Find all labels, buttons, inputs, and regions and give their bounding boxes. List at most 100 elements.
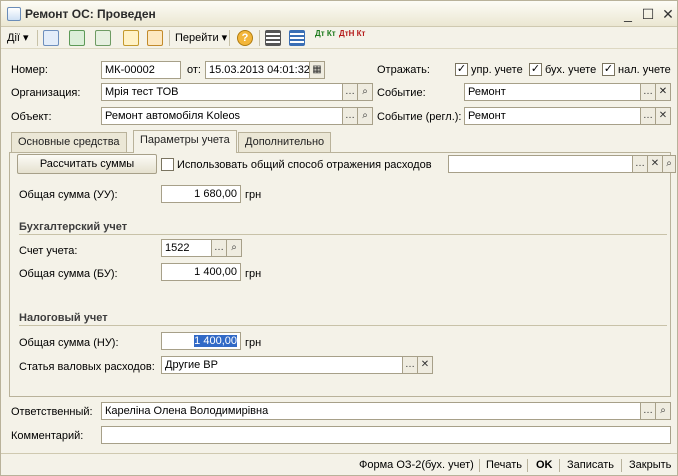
- actions-label: Дії: [7, 32, 20, 44]
- command-separator: [479, 459, 480, 472]
- responsible-select-button[interactable]: …: [640, 402, 656, 420]
- common-method-clear-icon[interactable]: ✕: [647, 155, 663, 173]
- close-button[interactable]: Закрыть: [629, 459, 671, 471]
- responsible-search-icon[interactable]: ⌕: [655, 402, 671, 420]
- event-label: Событие:: [377, 87, 426, 99]
- date-field[interactable]: 15.03.2013 04:01:32: [205, 61, 310, 79]
- common-method-label: Использовать общий способ отражения расх…: [177, 159, 432, 171]
- calendar-icon[interactable]: ▦: [309, 61, 325, 79]
- dt-kt-icon[interactable]: Дт Кт: [315, 29, 336, 47]
- tax-section-title: Налоговый учет: [19, 312, 108, 324]
- actions-menu[interactable]: Дії ▾: [7, 29, 29, 47]
- currency-bu: грн: [245, 268, 262, 280]
- total-nu-field[interactable]: 1 400,00: [161, 332, 241, 350]
- comment-field[interactable]: [101, 426, 671, 444]
- copy-icon[interactable]: [69, 30, 85, 46]
- command-separator: [559, 459, 560, 472]
- event-reg-select-button[interactable]: …: [640, 107, 656, 125]
- event-reg-field[interactable]: Ремонт: [464, 107, 641, 125]
- event-clear-icon[interactable]: ✕: [655, 83, 671, 101]
- tax-divider: [19, 325, 667, 326]
- comment-label: Комментарий:: [11, 430, 84, 442]
- reflect-tax-label: нал. учете: [618, 64, 671, 76]
- command-separator: [621, 459, 622, 472]
- organization-field[interactable]: Мрія тест ТОВ: [101, 83, 343, 101]
- toolbar: Дії ▾ Перейти ▾ ? Дт Кт ДтН Кт: [1, 27, 677, 49]
- event-reg-label: Событие (регл.):: [377, 111, 462, 123]
- total-uu-label: Общая сумма (УУ):: [19, 189, 118, 201]
- event-field[interactable]: Ремонт: [464, 83, 641, 101]
- new-document-icon[interactable]: [43, 30, 59, 46]
- dt-kt-tax-icon[interactable]: ДтН Кт: [339, 29, 365, 47]
- window-title: Ремонт ОС: Проведен: [25, 7, 156, 21]
- object-label: Объект:: [11, 111, 52, 123]
- unpost-icon[interactable]: [147, 30, 163, 46]
- reflect-acc-checkbox[interactable]: ✓: [529, 63, 542, 76]
- reflect-acc-label: бух. учете: [545, 64, 597, 76]
- number-label: Номер:: [11, 64, 48, 76]
- form-oz2-link[interactable]: Форма ОЗ-2(бух. учет): [359, 459, 474, 471]
- number-field[interactable]: МК-00002: [101, 61, 181, 79]
- account-search-icon[interactable]: ⌕: [226, 239, 242, 257]
- total-nu-label: Общая сумма (НУ):: [19, 337, 119, 349]
- accounting-section-title: Бухгалтерский учет: [19, 221, 128, 233]
- structure-icon[interactable]: [265, 30, 281, 46]
- common-method-search-icon[interactable]: ⌕: [662, 155, 676, 173]
- reflect-mgmt-checkbox[interactable]: ✓: [455, 63, 468, 76]
- object-search-icon[interactable]: ⌕: [357, 107, 373, 125]
- account-label: Счет учета:: [19, 245, 78, 257]
- total-bu-field[interactable]: 1 400,00: [161, 263, 241, 281]
- organization-select-button[interactable]: …: [342, 83, 358, 101]
- gross-expense-clear-icon[interactable]: ✕: [417, 356, 433, 374]
- save-button[interactable]: Записать: [567, 459, 614, 471]
- currency-uu: грн: [245, 189, 262, 201]
- calculate-sums-button[interactable]: Рассчитать суммы: [17, 154, 157, 174]
- event-reg-clear-icon[interactable]: ✕: [655, 107, 671, 125]
- total-uu-field[interactable]: 1 680,00: [161, 185, 241, 203]
- help-icon[interactable]: ?: [237, 30, 253, 46]
- gross-expense-field[interactable]: Другие ВР: [161, 356, 403, 374]
- gross-expense-select-button[interactable]: …: [402, 356, 418, 374]
- toolbar-separator: [37, 30, 38, 46]
- ok-button[interactable]: OK: [536, 459, 553, 471]
- tab-accounting-params[interactable]: Параметры учета: [133, 130, 237, 153]
- print-button[interactable]: Печать: [486, 459, 522, 471]
- event-select-button[interactable]: …: [640, 83, 656, 101]
- total-nu-value: 1 400,00: [194, 335, 237, 347]
- common-method-select-button[interactable]: …: [632, 155, 648, 173]
- command-bar: Форма ОЗ-2(бух. учет) Печать OK Записать…: [1, 453, 677, 475]
- common-method-field[interactable]: [448, 155, 633, 173]
- tab-additional[interactable]: Дополнительно: [238, 132, 332, 152]
- responsible-field[interactable]: Кареліна Олена Володимирівна: [101, 402, 641, 420]
- tab-fixed-assets[interactable]: Основные средства: [11, 132, 127, 152]
- close-window-button[interactable]: ✕: [659, 5, 677, 23]
- total-bu-label: Общая сумма (БУ):: [19, 268, 118, 280]
- refresh-icon[interactable]: [95, 30, 111, 46]
- common-method-checkbox[interactable]: [161, 158, 174, 171]
- gross-expense-label: Статья валовых расходов:: [19, 361, 155, 373]
- toolbar-separator: [259, 30, 260, 46]
- toolbar-separator: [169, 30, 170, 46]
- accounting-divider: [19, 234, 667, 235]
- reflect-tax-checkbox[interactable]: ✓: [602, 63, 615, 76]
- toolbar-separator: [229, 30, 230, 46]
- post-icon[interactable]: [123, 30, 139, 46]
- list-icon[interactable]: [289, 30, 305, 46]
- maximize-button[interactable]: ☐: [639, 5, 657, 23]
- minimize-button[interactable]: _: [619, 5, 637, 23]
- organization-label: Организация:: [11, 87, 81, 99]
- title-bar: Ремонт ОС: Проведен _ ☐ ✕: [1, 1, 677, 27]
- command-separator: [527, 459, 528, 472]
- organization-search-icon[interactable]: ⌕: [357, 83, 373, 101]
- responsible-label: Ответственный:: [11, 406, 93, 418]
- document-window: Ремонт ОС: Проведен _ ☐ ✕ Дії ▾ Перейти …: [0, 0, 678, 476]
- account-field[interactable]: 1522: [161, 239, 212, 257]
- goto-label: Перейти: [175, 32, 219, 44]
- reflect-label: Отражать:: [377, 64, 430, 76]
- reflect-mgmt-label: упр. учете: [471, 64, 523, 76]
- goto-menu[interactable]: Перейти ▾: [175, 29, 227, 47]
- object-select-button[interactable]: …: [342, 107, 358, 125]
- object-field[interactable]: Ремонт автомобіля Koleos: [101, 107, 343, 125]
- account-select-button[interactable]: …: [211, 239, 227, 257]
- currency-nu: грн: [245, 337, 262, 349]
